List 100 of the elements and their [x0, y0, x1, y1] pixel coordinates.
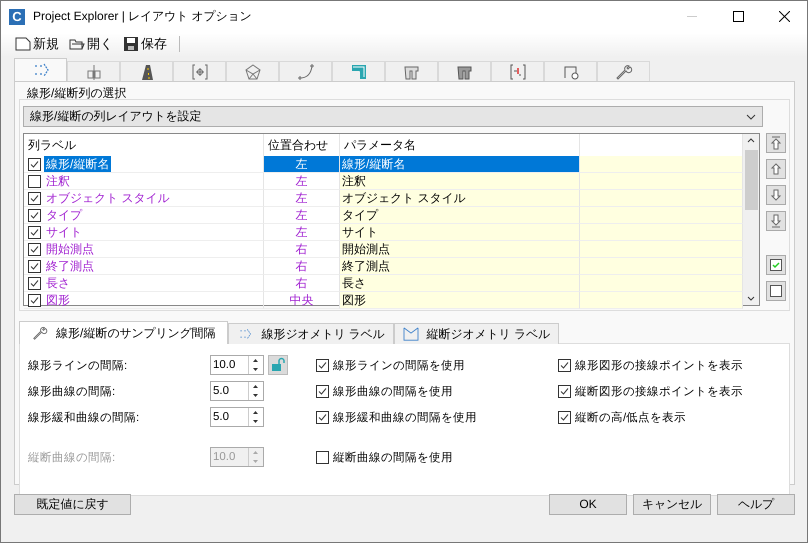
maximize-icon	[732, 11, 744, 22]
checkbox[interactable]	[28, 192, 41, 204]
checkbox[interactable]	[28, 242, 41, 256]
corner-icon	[350, 62, 368, 80]
mirror-blocks-icon	[84, 62, 102, 80]
move-bottom-button[interactable]	[766, 211, 786, 231]
checkbox-label: 線形ラインの間隔を使用	[333, 358, 465, 372]
checkbox-label: 線形図形の接線ポイントを表示	[575, 358, 743, 372]
table-cell: 線形/縦断名	[340, 156, 580, 173]
field-label: 線形緩和曲線の間隔:	[28, 410, 140, 424]
pentagon-icon	[244, 62, 262, 80]
checkbox[interactable]	[316, 384, 329, 398]
envelope-icon	[402, 327, 419, 341]
checkbox[interactable]	[28, 226, 41, 238]
tab[interactable]	[226, 61, 279, 81]
table-cell[interactable]: 注釈	[44, 173, 72, 189]
wrench-icon	[614, 62, 632, 80]
tab[interactable]	[491, 61, 544, 81]
number-spinner[interactable]: 10.0	[210, 355, 264, 375]
checkbox-label: 線形曲線の間隔を使用	[333, 384, 453, 398]
tab[interactable]	[438, 61, 491, 81]
cancel-button[interactable]: キャンセル	[633, 494, 711, 514]
table-cell[interactable]: 開始測点	[44, 241, 96, 257]
table-cell[interactable]: オブジェクト スタイル	[44, 190, 172, 206]
checkbox[interactable]	[28, 158, 41, 170]
table-cell: タイプ	[340, 207, 580, 224]
table-cell[interactable]: 長さ	[44, 275, 72, 291]
tab[interactable]	[279, 61, 332, 81]
checkbox-label: 縦断曲線の間隔を使用	[333, 450, 453, 464]
table-cell[interactable]: 終了測点	[44, 258, 96, 274]
field-label: 縦断曲線の間隔:	[28, 450, 116, 464]
table-cell: 終了測点	[340, 258, 580, 275]
check-all-button[interactable]	[766, 255, 786, 275]
checkbox[interactable]	[316, 358, 329, 372]
table-cell[interactable]: 線形/縦断名	[44, 156, 112, 172]
move-down-button[interactable]	[766, 185, 786, 205]
table-cell: 左	[264, 156, 340, 173]
checkbox[interactable]	[28, 276, 41, 290]
checkbox[interactable]	[558, 410, 571, 424]
reset-button[interactable]: 既定値に戻す	[14, 494, 131, 514]
table-cell: 開始測点	[340, 241, 580, 258]
checkbox[interactable]	[316, 450, 329, 464]
table-cell[interactable]: サイト	[44, 224, 84, 240]
arrow-icon	[770, 188, 782, 202]
table-cell: オブジェクト スタイル	[340, 190, 580, 207]
tab[interactable]	[67, 61, 120, 81]
checkbox[interactable]	[28, 260, 41, 272]
tab[interactable]: 線形ジオメトリ ラベル	[228, 323, 394, 344]
checkbox[interactable]	[316, 410, 329, 424]
arrow-icon	[770, 162, 782, 176]
table-cell: 長さ	[340, 275, 580, 292]
table-cell: 図形	[340, 292, 580, 309]
checkbox[interactable]	[28, 208, 41, 222]
checkbox[interactable]	[28, 294, 41, 306]
checkbox-label: 縦断図形の接線ポイントを表示	[575, 384, 743, 398]
close-icon	[778, 11, 790, 22]
arrow-icon	[770, 136, 782, 150]
target-bracket-icon	[190, 62, 208, 80]
new-button[interactable]: 新規	[13, 34, 61, 54]
tab[interactable]	[173, 61, 226, 81]
table-cell[interactable]: タイプ	[44, 207, 84, 223]
tab[interactable]	[544, 61, 597, 81]
number-spinner[interactable]: 5.0	[210, 407, 264, 427]
field-label: 線形曲線の間隔:	[28, 384, 116, 398]
checkbox[interactable]	[28, 174, 41, 188]
save-button[interactable]: 保存	[121, 34, 169, 54]
empty-box-icon	[770, 285, 782, 297]
bracket-marker-icon	[508, 62, 526, 80]
tab[interactable]: 線形/縦断のサンプリング間隔	[19, 321, 228, 344]
table-cell: 注釈	[340, 173, 580, 190]
open-button[interactable]: 開く	[67, 34, 115, 54]
tab[interactable]: 縦断ジオメトリ ラベル	[394, 323, 560, 344]
open-padlock-icon	[269, 356, 287, 374]
checked-box-icon	[770, 259, 782, 271]
tab[interactable]	[597, 61, 650, 81]
folder-icon	[69, 37, 85, 51]
arrow-icon	[770, 214, 782, 228]
group-title: 線形/縦断列の選択	[26, 85, 128, 99]
window-title: Project Explorer | レイアウト オプション	[33, 8, 252, 25]
minimize-icon	[687, 16, 697, 17]
checkbox[interactable]	[558, 358, 571, 372]
field-label: 線形ラインの間隔:	[28, 358, 128, 372]
checkbox-label: 線形緩和曲線の間隔を使用	[333, 410, 477, 424]
chevron-down-icon	[746, 114, 756, 120]
scrollbar[interactable]	[743, 134, 759, 305]
table-cell[interactable]: 図形	[44, 292, 72, 308]
layout-dropdown[interactable]: 線形/縦断の列レイアウトを設定	[23, 106, 763, 127]
checkbox-label: 縦断の高/低点を表示	[575, 410, 686, 424]
document-icon	[15, 37, 31, 51]
move-up-button[interactable]	[766, 159, 786, 179]
tab[interactable]	[385, 61, 438, 81]
checkbox[interactable]	[558, 384, 571, 398]
move-top-button[interactable]	[766, 133, 786, 153]
curve-icon	[296, 62, 314, 80]
uncheck-all-button[interactable]	[766, 281, 786, 301]
tab[interactable]	[120, 61, 173, 81]
help-button[interactable]: ヘルプ	[717, 494, 795, 514]
table-cell: サイト	[340, 224, 580, 241]
number-spinner[interactable]: 5.0	[210, 381, 264, 401]
ok-button[interactable]: OK	[549, 494, 627, 514]
